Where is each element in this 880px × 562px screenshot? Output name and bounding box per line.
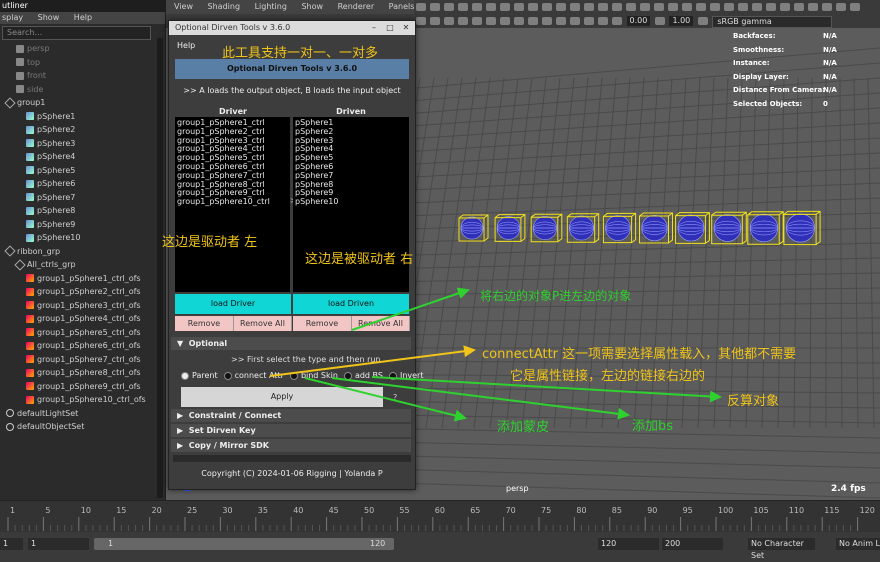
timeline-ruler: 1 5 10 15 20 25 30 35 40 45 50 55 60 65 70 75 80 85 90 95 10… — [7, 506, 875, 531]
timeline-tick-label: 95 — [683, 506, 693, 515]
timeline-tick-label: 60 — [435, 506, 445, 515]
annotation-invert: 反算对象 — [727, 394, 780, 409]
timeline-tick-label: 70 — [506, 506, 516, 515]
annotation-right: 这边是被驱动者 右 — [305, 252, 414, 267]
range-slider-bar: 1 1 1 120 120 200 No Character Set No An… — [0, 532, 880, 562]
range-end-outer-field[interactable]: 200 — [662, 538, 723, 550]
range-slider-start: 1 — [108, 539, 114, 548]
timeline-tick-label: 115 — [824, 506, 839, 515]
timeline-tick-label: 25 — [187, 506, 197, 515]
annotation-left: 这边是驱动者 左 — [162, 235, 258, 250]
timeline-tick-label: 20 — [152, 506, 162, 515]
timeline-tick-label: 1 — [10, 506, 15, 515]
annotation-right-to-left: 将右边的对象P进左边的对象 — [480, 289, 632, 303]
timeline-tick-label: 35 — [258, 506, 268, 515]
time-slider[interactable]: 1 5 10 15 20 25 30 35 40 45 50 55 60 65 70 75 80 85 90 95 10… — [0, 500, 880, 533]
range-slider[interactable]: 1 120 — [94, 538, 394, 550]
timeline-tick-label: 110 — [789, 506, 804, 515]
timeline-tick-label: 105 — [753, 506, 768, 515]
timeline-tick-label: 30 — [222, 506, 232, 515]
anim-layer-dropdown[interactable]: No Anim Lay — [836, 538, 880, 550]
arrow-connect-attr — [269, 345, 476, 377]
range-start-outer-field[interactable]: 1 — [0, 538, 23, 550]
annotation-bs: 添加bs — [632, 419, 674, 434]
annotation-support: 此工具支持一对一、一对多 — [222, 46, 379, 61]
timeline-tick-label: 55 — [399, 506, 409, 515]
character-set-dropdown[interactable]: No Character Set — [748, 538, 815, 560]
timeline-tick-label: 100 — [718, 506, 733, 515]
arrow-right-to-left — [351, 287, 470, 331]
timeline-tick-label: 120 — [860, 506, 875, 515]
range-start-field[interactable]: 1 — [28, 538, 89, 550]
timeline-tick-label: 45 — [329, 506, 339, 515]
annotation-skin: 添加蒙皮 — [497, 420, 550, 435]
timeline-tick-label: 65 — [470, 506, 480, 515]
annotation-arrows — [269, 287, 722, 422]
annotation-connect-attr-2: 它是属性链接，左边的链接右边的 — [510, 369, 706, 384]
timeline-tick-label: 80 — [576, 506, 586, 515]
timeline-tick-label: 50 — [364, 506, 374, 515]
timeline-tick-label: 75 — [541, 506, 551, 515]
timeline-tick-label: 85 — [612, 506, 622, 515]
annotation-connect-attr-1: connectAttr 这一项需要选择属性载入，其他都不需要 — [482, 347, 797, 362]
range-slider-end: 120 — [370, 539, 386, 548]
timeline-tick-label: 15 — [116, 506, 126, 515]
timeline-tick-label: 90 — [647, 506, 657, 515]
timeline-tick-label: 10 — [81, 506, 91, 515]
timeline-tick-label: 40 — [293, 506, 303, 515]
timeline-tick-label: 5 — [45, 506, 50, 515]
range-end-field[interactable]: 120 — [598, 538, 659, 550]
